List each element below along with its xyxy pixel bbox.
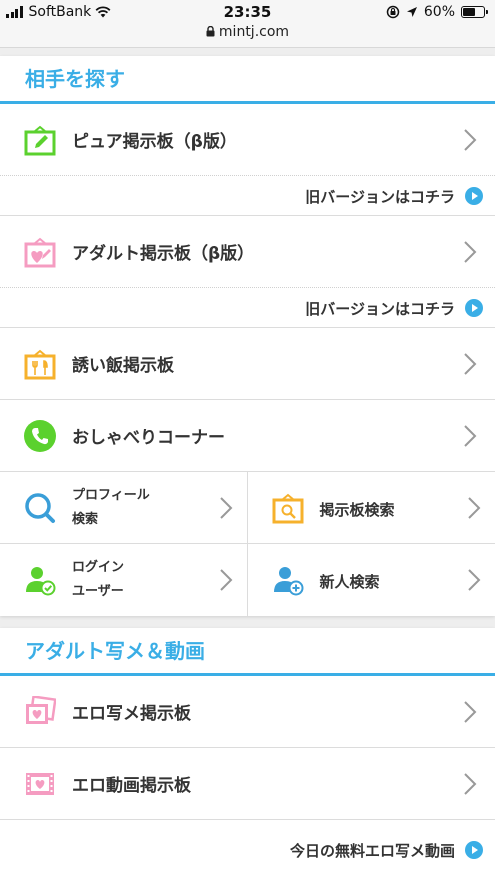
board-search-icon (272, 493, 303, 524)
adult-media-section: アダルト写メ＆動画 エロ写メ掲示板 エロ動画掲示板 今日の無料エロ写メ動画 (0, 628, 495, 880)
meal-board-label: 誘い飯掲示板 (72, 356, 174, 376)
chat-corner-label: おしゃべりコーナー (72, 428, 225, 448)
status-bar: SoftBank 23:35 mintj.com 60% (0, 0, 495, 48)
find-partner-section: 相手を探す ピュア掲示板（β版） 旧バージョンはコチラ アダルト掲示板（β版） … (0, 56, 495, 616)
adult-board-icon (24, 237, 56, 268)
battery-percent: 60% (423, 4, 455, 20)
chevron-right-icon (468, 569, 481, 591)
old-version-link-2[interactable]: 旧バージョンはコチラ (0, 288, 495, 328)
chevron-right-icon (464, 773, 477, 795)
magnifier-icon (25, 493, 55, 523)
lock-icon (206, 25, 215, 37)
login-users-label-2: ユーザー (72, 584, 124, 599)
meal-board-icon (24, 349, 56, 380)
today-free-label: 今日の無料エロ写メ動画 (289, 842, 455, 860)
rotation-lock-icon (386, 5, 400, 19)
chevron-right-icon (468, 497, 481, 519)
photo-board-label: エロ写メ掲示板 (72, 704, 191, 724)
photo-board-row[interactable]: エロ写メ掲示板 (0, 676, 495, 748)
newcomer-search-label: 新人検索 (319, 573, 380, 591)
play-circle-icon (465, 187, 483, 205)
profile-search-button[interactable]: プロフィール 検索 (0, 472, 248, 544)
battery-icon (461, 6, 488, 18)
meal-board-row[interactable]: 誘い飯掲示板 (0, 328, 495, 400)
pure-board-icon (24, 125, 56, 156)
photo-heart-icon (26, 696, 56, 724)
play-circle-icon (465, 299, 483, 317)
chat-corner-row[interactable]: おしゃべりコーナー (0, 400, 495, 472)
adult-board-row[interactable]: アダルト掲示板（β版） (0, 216, 495, 288)
pure-board-label: ピュア掲示板（β版） (72, 132, 237, 152)
adult-board-label: アダルト掲示板（β版） (72, 244, 255, 264)
chevron-right-icon (464, 353, 477, 375)
location-icon (406, 7, 417, 17)
chevron-right-icon (219, 569, 232, 591)
login-users-label-1: ログイン (72, 560, 125, 575)
pure-board-row[interactable]: ピュア掲示板（β版） (0, 104, 495, 176)
video-board-label: エロ動画掲示板 (72, 776, 191, 796)
play-circle-icon (465, 841, 483, 859)
url-text: mintj.com (218, 24, 290, 40)
old-version-label-1: 旧バージョンはコチラ (305, 188, 455, 206)
profile-search-label-1: プロフィール (72, 488, 150, 503)
user-check-icon (26, 567, 56, 596)
chevron-right-icon (464, 425, 477, 447)
newcomer-search-button[interactable]: 新人検索 (248, 544, 495, 616)
phone-icon (24, 420, 56, 452)
old-version-link-1[interactable]: 旧バージョンはコチラ (0, 176, 495, 216)
address-bar[interactable]: mintj.com (0, 24, 495, 40)
board-search-button[interactable]: 掲示板検索 (247, 472, 495, 544)
chevron-right-icon (464, 241, 477, 263)
chevron-right-icon (219, 497, 232, 519)
login-users-button[interactable]: ログイン ユーザー (0, 544, 248, 616)
chevron-right-icon (464, 701, 477, 723)
film-heart-icon (26, 773, 54, 795)
user-add-icon (273, 567, 303, 596)
chevron-right-icon (464, 129, 477, 151)
board-search-label: 掲示板検索 (319, 501, 395, 519)
section-title: アダルト写メ＆動画 (0, 628, 495, 676)
video-board-row[interactable]: エロ動画掲示板 (0, 748, 495, 820)
old-version-label-2: 旧バージョンはコチラ (305, 300, 455, 318)
search-grid: プロフィール 検索 掲示板検索 ログイン ユーザー 新人検索 (0, 472, 495, 616)
section-title: 相手を探す (0, 56, 495, 104)
profile-search-label-2: 検索 (72, 512, 99, 527)
today-free-link[interactable]: 今日の無料エロ写メ動画 (0, 820, 495, 880)
status-right: 60% (386, 4, 488, 20)
